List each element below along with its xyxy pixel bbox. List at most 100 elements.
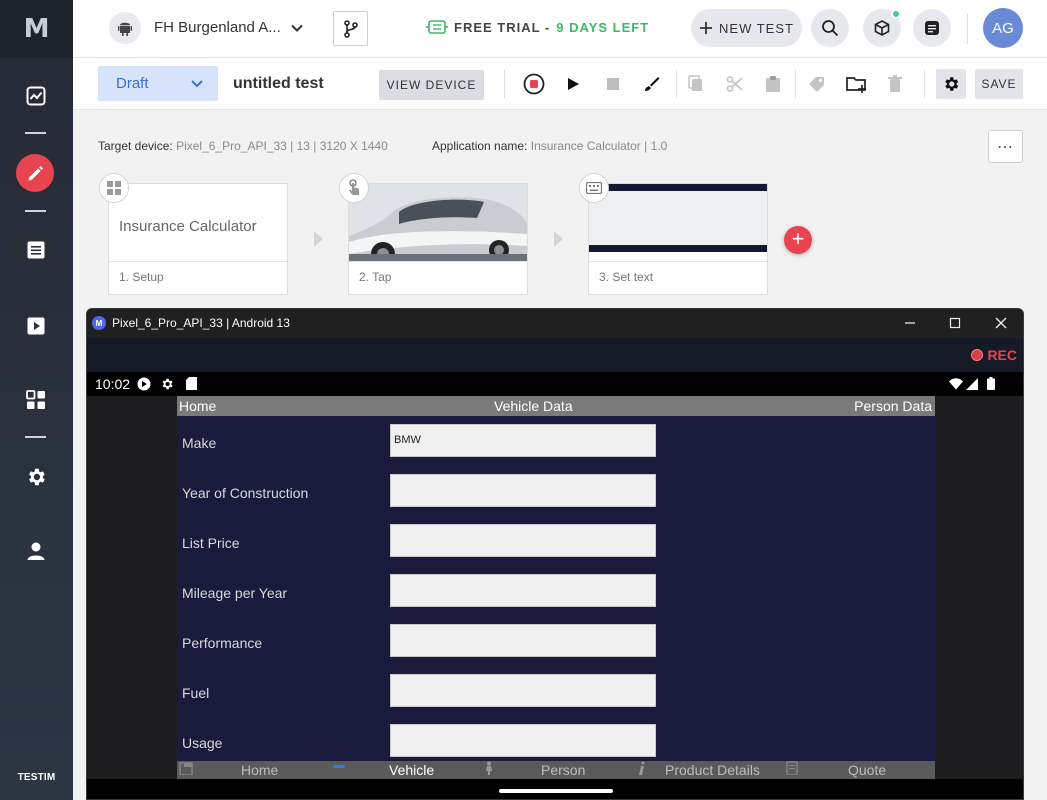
settings-gear-icon[interactable]: [24, 465, 48, 489]
sidebar-divider: [25, 436, 46, 438]
step-divider: [109, 261, 287, 262]
copy-icon[interactable]: [685, 73, 707, 95]
usage-input[interactable]: [390, 724, 656, 757]
step-label: 2. Tap: [359, 270, 392, 284]
year-of-construction-input[interactable]: [390, 474, 656, 507]
tab-vehicle-data[interactable]: Vehicle Data: [494, 398, 573, 414]
thumb-body: [589, 191, 767, 245]
paste-clipboard-icon[interactable]: [762, 73, 784, 95]
sd-card-icon: [186, 377, 197, 390]
emulator-window: M Pixel_6_Pro_API_33 | Android 13 REC 10…: [86, 308, 1024, 800]
app-bottom-nav: Home Vehicle Person Product Details Quot…: [177, 761, 935, 779]
status-dropdown[interactable]: Draft: [98, 66, 218, 101]
nav-home[interactable]: Home: [241, 762, 278, 778]
step-card-setup[interactable]: Insurance Calculator 1. Setup: [108, 183, 288, 295]
insurance-app: Home Vehicle Data Person Data Make BMW Y…: [177, 396, 935, 779]
notification-dot: [891, 9, 901, 19]
record-icon[interactable]: [523, 73, 545, 95]
form-row-fuel: Fuel: [177, 667, 935, 717]
field-label: Fuel: [182, 685, 210, 701]
test-list-icon[interactable]: [24, 238, 48, 262]
performance-input[interactable]: [390, 624, 656, 657]
nav-vehicle[interactable]: Vehicle: [389, 762, 434, 778]
step-thumbnail: Insurance Calculator: [109, 184, 287, 261]
free-trial-banner[interactable]: FREE TRIAL - 9 DAYS LEFT: [426, 19, 649, 35]
vehicle-nav-icon: [333, 765, 345, 768]
status-value: Draft: [116, 75, 149, 92]
android-status-bar: 10:02: [87, 372, 1023, 396]
status-gear-icon: [162, 378, 173, 390]
new-test-button[interactable]: NEW TEST: [691, 9, 802, 47]
label-tag-icon[interactable]: [806, 73, 828, 95]
mileage-per-year-input[interactable]: [390, 574, 656, 607]
home-nav-icon: [179, 762, 193, 775]
step-card-tap[interactable]: 2. Tap: [348, 183, 528, 295]
play-icon[interactable]: [562, 73, 584, 95]
form-row-list-price: List Price: [177, 517, 935, 567]
rec-indicator[interactable]: REC: [971, 347, 1017, 363]
maximize-icon[interactable]: [946, 314, 964, 332]
signal-icon: [966, 378, 978, 390]
user-profile-icon[interactable]: [24, 539, 48, 563]
info-nav-icon: [639, 761, 645, 775]
home-gesture-pill[interactable]: [499, 789, 613, 793]
testim-logo[interactable]: M: [0, 0, 73, 58]
make-input[interactable]: BMW: [390, 424, 656, 457]
draw-brush-icon[interactable]: [641, 73, 663, 95]
project-name[interactable]: FH Burgenland A...: [154, 19, 281, 36]
car-photo-image: [349, 184, 527, 261]
emulator-title: Pixel_6_Pro_API_33 | Android 13: [112, 316, 290, 330]
plus-icon: [700, 22, 713, 34]
grid-icon[interactable]: [24, 388, 48, 412]
gear-icon: [945, 77, 959, 91]
close-icon[interactable]: [992, 314, 1010, 332]
sidebar-divider: [25, 132, 46, 134]
topbar-separator: [967, 14, 968, 44]
nav-quote[interactable]: Quote: [848, 762, 886, 778]
search-button[interactable]: [811, 9, 849, 47]
view-device-button[interactable]: VIEW DEVICE: [379, 70, 484, 100]
runs-play-icon[interactable]: [24, 314, 48, 338]
nav-product-details[interactable]: Product Details: [665, 762, 760, 778]
delete-trash-icon[interactable]: [884, 73, 906, 95]
step-arrow-icon: [554, 231, 563, 247]
save-button[interactable]: SAVE: [975, 69, 1023, 99]
add-folder-icon[interactable]: [846, 73, 868, 95]
quote-nav-icon: [786, 761, 798, 775]
tab-person-data[interactable]: Person Data: [854, 398, 932, 414]
toolbar-separator: [504, 70, 505, 98]
step-arrow-icon: [314, 231, 323, 247]
pencil-icon: [28, 166, 43, 181]
fuel-input[interactable]: [390, 674, 656, 707]
logo-glyph: M: [23, 14, 50, 44]
integrations-button[interactable]: [863, 9, 901, 47]
stop-icon[interactable]: [602, 73, 624, 95]
add-step-button[interactable]: +: [784, 226, 812, 254]
keyboard-icon: [579, 173, 609, 203]
more-options-button[interactable]: ⋯: [988, 130, 1023, 163]
top-bar: FH Burgenland A... FREE TRIAL - 9 DAYS L…: [73, 0, 1047, 58]
editor-nav-button[interactable]: [16, 154, 54, 192]
avatar[interactable]: AG: [983, 8, 1023, 48]
battery-icon: [987, 377, 995, 390]
rec-dot-icon: [971, 349, 984, 361]
branch-button[interactable]: [333, 11, 368, 46]
step-card-set-text[interactable]: 3. Set text: [588, 183, 768, 295]
list-price-input[interactable]: [390, 524, 656, 557]
android-icon[interactable]: [109, 12, 141, 44]
minimize-icon[interactable]: [901, 314, 919, 332]
new-test-label: NEW TEST: [719, 20, 794, 36]
dashboard-icon[interactable]: [24, 84, 48, 108]
chevron-down-icon: [191, 80, 203, 88]
docs-button[interactable]: [913, 9, 951, 47]
field-label: List Price: [182, 535, 240, 551]
step-divider: [349, 261, 527, 262]
tab-home[interactable]: Home: [179, 398, 216, 414]
cut-scissors-icon[interactable]: [724, 73, 746, 95]
toolbar-separator: [924, 70, 925, 98]
nav-person[interactable]: Person: [541, 762, 585, 778]
test-name[interactable]: untitled test: [233, 75, 324, 93]
chevron-down-icon[interactable]: [287, 18, 307, 38]
emulator-logo-icon: M: [92, 316, 106, 330]
test-settings-button[interactable]: [936, 69, 966, 99]
